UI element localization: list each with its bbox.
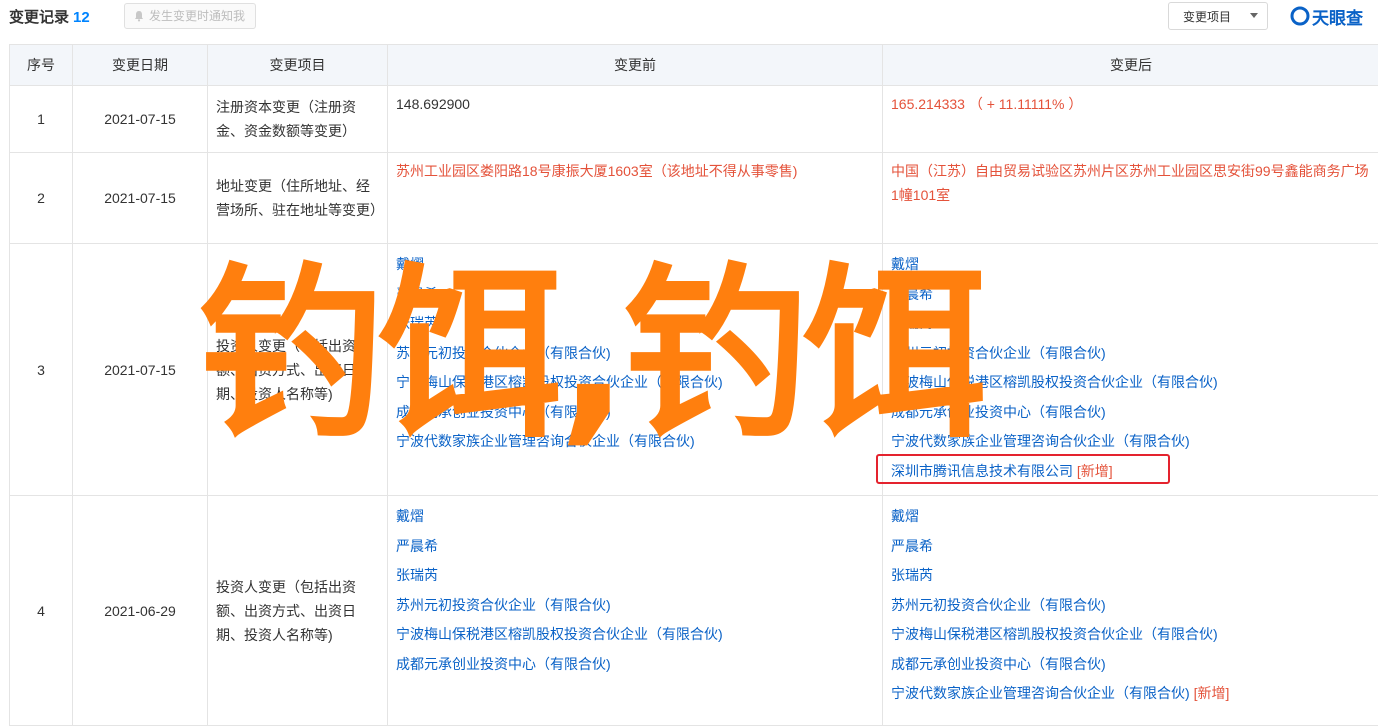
filter-label: 变更项目 (1183, 8, 1231, 25)
investor-link[interactable]: 戴熠 (396, 502, 874, 532)
change-item-filter[interactable]: 变更项目 (1168, 2, 1268, 30)
investor-new-entry: 宁波代数家族企业管理咨询合伙企业（有限合伙) [新增] (891, 679, 1371, 709)
col-header-index: 序号 (10, 45, 73, 86)
table-row: 4 2021-06-29 投资人变更（包括出资额、出资方式、出资日期、投资人名称… (10, 496, 1378, 726)
row-date: 2021-06-29 (73, 496, 208, 726)
notify-label: 发生变更时通知我 (149, 4, 245, 28)
col-header-date: 变更日期 (73, 45, 208, 86)
table-row: 2 2021-07-15 地址变更（住所地址、经营场所、驻在地址等变更） 苏州工… (10, 153, 1378, 244)
row-index: 1 (10, 86, 73, 153)
investor-link[interactable]: 戴熠 (891, 502, 1371, 532)
row-before: 苏州工业园区娄阳路18号康振大厦1603室（该地址不得从事零售) (388, 153, 883, 244)
table-header-row: 序号 变更日期 变更项目 变更前 变更后 (10, 45, 1378, 86)
investor-link[interactable]: 成都元承创业投资中心（有限合伙) (891, 650, 1371, 680)
row-item: 地址变更（住所地址、经营场所、驻在地址等变更） (208, 153, 388, 244)
row-after: 中国（江苏）自由贸易试验区苏州片区苏州工业园区思安街99号鑫能商务广场1幢101… (883, 153, 1378, 244)
investor-link[interactable]: 张瑞芮 (396, 561, 874, 591)
row-index: 4 (10, 496, 73, 726)
investor-link[interactable]: 成都元承创业投资中心（有限合伙) (396, 650, 874, 680)
row-before: 148.692900 (388, 86, 883, 153)
section-title: 变更记录12 (9, 6, 90, 27)
row-after: 165.214333 （ + 11.11111% ） (883, 86, 1378, 153)
row-item: 投资人变更（包括出资额、出资方式、出资日期、投资人名称等) (208, 496, 388, 726)
investor-link[interactable]: 宁波代数家族企业管理咨询合伙企业（有限合伙) (891, 685, 1190, 701)
row-after: 戴熠 严晨希 张瑞芮 苏州元初投资合伙企业（有限合伙) 宁波梅山保税港区榕凯股权… (883, 496, 1378, 726)
col-header-after: 变更后 (883, 45, 1378, 86)
investor-link[interactable]: 严晨希 (396, 532, 874, 562)
notify-button[interactable]: 发生变更时通知我 (124, 3, 256, 29)
overlay-watermark-text: 钓饵,钓饵 (198, 262, 983, 448)
row-date: 2021-07-15 (73, 244, 208, 496)
investor-link[interactable]: 苏州元初投资合伙企业（有限合伙) (891, 591, 1371, 621)
investor-link[interactable]: 苏州元初投资合伙企业（有限合伙) (396, 591, 874, 621)
top-bar: 变更记录12 发生变更时通知我 变更项目 天眼查 (0, 0, 1378, 38)
investor-link[interactable]: 宁波梅山保税港区榕凯股权投资合伙企业（有限合伙) (891, 620, 1371, 650)
investor-link[interactable]: 张瑞芮 (891, 561, 1371, 591)
row-index: 2 (10, 153, 73, 244)
col-header-item: 变更项目 (208, 45, 388, 86)
section-title-text: 变更记录 (9, 9, 69, 26)
investor-link[interactable]: 宁波梅山保税港区榕凯股权投资合伙企业（有限合伙) (396, 620, 874, 650)
table-row: 1 2021-07-15 注册资本变更（注册资金、资金数额等变更） 148.69… (10, 86, 1378, 153)
chevron-down-icon (1250, 13, 1258, 18)
bell-icon (133, 10, 145, 22)
logo-icon (1290, 6, 1310, 26)
record-count: 12 (73, 9, 90, 26)
logo-text: 天眼查 (1312, 4, 1363, 29)
col-header-before: 变更前 (388, 45, 883, 86)
row-index: 3 (10, 244, 73, 496)
investor-link[interactable]: 严晨希 (891, 532, 1371, 562)
row-item: 注册资本变更（注册资金、资金数额等变更） (208, 86, 388, 153)
row-before: 戴熠 严晨希 张瑞芮 苏州元初投资合伙企业（有限合伙) 宁波梅山保税港区榕凯股权… (388, 496, 883, 726)
row-date: 2021-07-15 (73, 153, 208, 244)
new-badge: [新增] (1194, 685, 1230, 701)
tianyancha-logo: 天眼查 (1290, 5, 1363, 27)
row-date: 2021-07-15 (73, 86, 208, 153)
